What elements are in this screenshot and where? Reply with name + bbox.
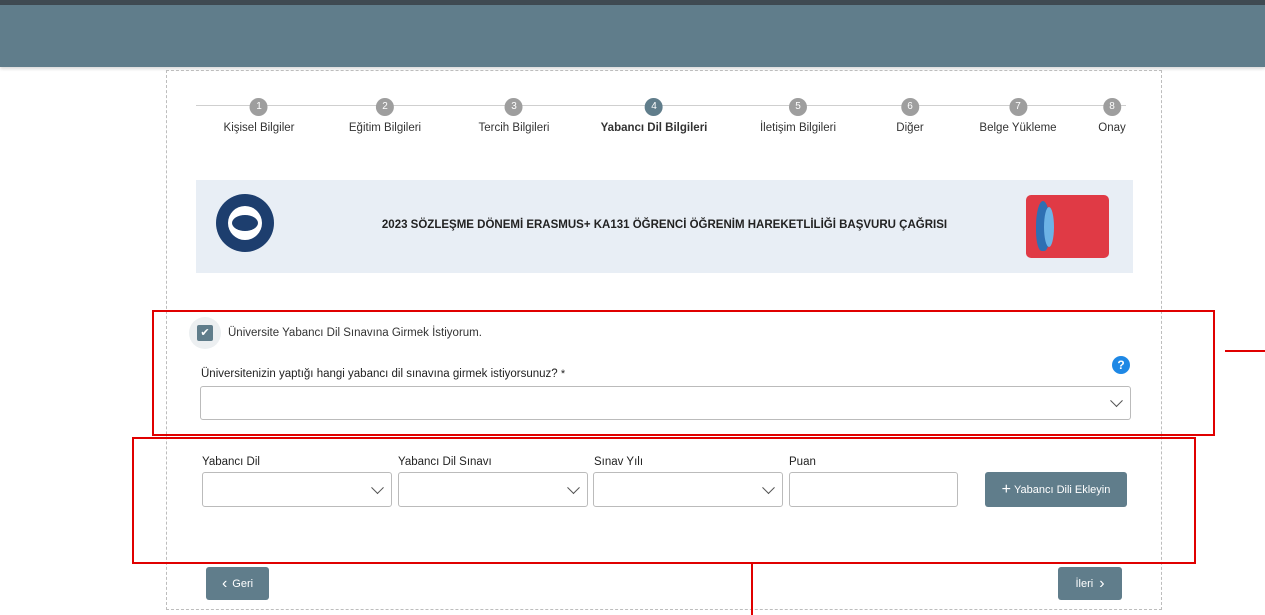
exam-question-label: Üniversitenizin yaptığı hangi yabancı di… xyxy=(201,368,565,380)
app-header xyxy=(0,5,1265,67)
chevron-down-icon xyxy=(762,480,775,494)
step-diger[interactable]: 6 Diğer xyxy=(896,98,924,134)
exam-year-label: Sınav Yılı xyxy=(594,456,644,468)
step-label: Kişisel Bilgiler xyxy=(223,122,295,134)
help-icon[interactable]: ? xyxy=(1112,356,1130,374)
language-exam-label: Yabancı Dil Sınavı xyxy=(398,456,492,468)
score-label: Puan xyxy=(789,456,816,468)
next-button[interactable]: İleri › xyxy=(1058,567,1122,600)
step-yabanci-dil[interactable]: 4 Yabancı Dil Bilgileri xyxy=(600,98,708,134)
next-button-label: İleri xyxy=(1075,577,1094,590)
exam-question-text: Üniversitenizin yaptığı hangi yabancı di… xyxy=(201,368,558,380)
step-label: Onay xyxy=(1098,122,1126,134)
step-label: Yabancı Dil Bilgileri xyxy=(600,122,708,134)
back-button-label: Geri xyxy=(232,577,254,590)
step-tercih[interactable]: 3 Tercih Bilgileri xyxy=(478,98,550,134)
step-label: İletişim Bilgileri xyxy=(759,122,837,134)
highlight-pointer-line xyxy=(1225,350,1265,352)
step-label: Eğitim Bilgileri xyxy=(348,122,422,134)
required-marker: * xyxy=(560,368,566,380)
step-number: 2 xyxy=(376,98,394,116)
step-number: 8 xyxy=(1103,98,1121,116)
step-number: 3 xyxy=(505,98,523,116)
step-number: 5 xyxy=(788,98,807,116)
chevron-left-icon: ‹ xyxy=(221,574,228,592)
step-iletisim[interactable]: 5 İletişim Bilgileri xyxy=(760,98,836,134)
exam-checkbox[interactable]: ✔ xyxy=(189,317,221,349)
step-number: 4 xyxy=(644,98,663,116)
step-number: 6 xyxy=(900,98,919,116)
chevron-down-icon xyxy=(567,480,580,494)
add-language-button-label: Yabancı Dili Ekleyin xyxy=(1013,483,1111,496)
add-language-button[interactable]: + Yabancı Dili Ekleyin xyxy=(985,472,1127,507)
chevron-down-icon xyxy=(371,480,384,494)
step-egitim[interactable]: 2 Eğitim Bilgileri xyxy=(349,98,421,134)
step-onay[interactable]: 8 Onay xyxy=(1098,98,1126,134)
chevron-right-icon: › xyxy=(1099,574,1105,592)
step-belge[interactable]: 7 Belge Yükleme xyxy=(979,98,1057,134)
step-number: 1 xyxy=(250,98,268,116)
score-input[interactable] xyxy=(789,472,958,507)
back-button[interactable]: ‹ Geri xyxy=(206,567,269,600)
step-label: Tercih Bilgileri xyxy=(478,122,550,134)
exam-select[interactable] xyxy=(200,386,1131,420)
step-label: Diğer xyxy=(896,122,924,134)
plus-icon: + xyxy=(1001,480,1011,498)
chevron-down-icon xyxy=(1110,394,1123,408)
step-label: Belge Yükleme xyxy=(979,122,1057,134)
language-label: Yabancı Dil xyxy=(202,456,260,468)
language-select[interactable] xyxy=(202,472,392,507)
exam-year-select[interactable] xyxy=(593,472,783,507)
banner-title: 2023 SÖZLEŞME DÖNEMİ ERASMUS+ KA131 ÖĞRE… xyxy=(381,219,948,231)
step-kisisel[interactable]: 1 Kişisel Bilgiler xyxy=(223,98,295,134)
highlight-pointer-line xyxy=(751,563,753,615)
step-number: 7 xyxy=(1009,98,1027,116)
call-banner: 2023 SÖZLEŞME DÖNEMİ ERASMUS+ KA131 ÖĞRE… xyxy=(196,180,1133,273)
checkmark-icon: ✔ xyxy=(197,325,213,341)
national-agency-logo xyxy=(1026,195,1109,258)
language-exam-select[interactable] xyxy=(398,472,588,507)
exam-checkbox-label: Üniversite Yabancı Dil Sınavına Girmek İ… xyxy=(228,327,482,339)
